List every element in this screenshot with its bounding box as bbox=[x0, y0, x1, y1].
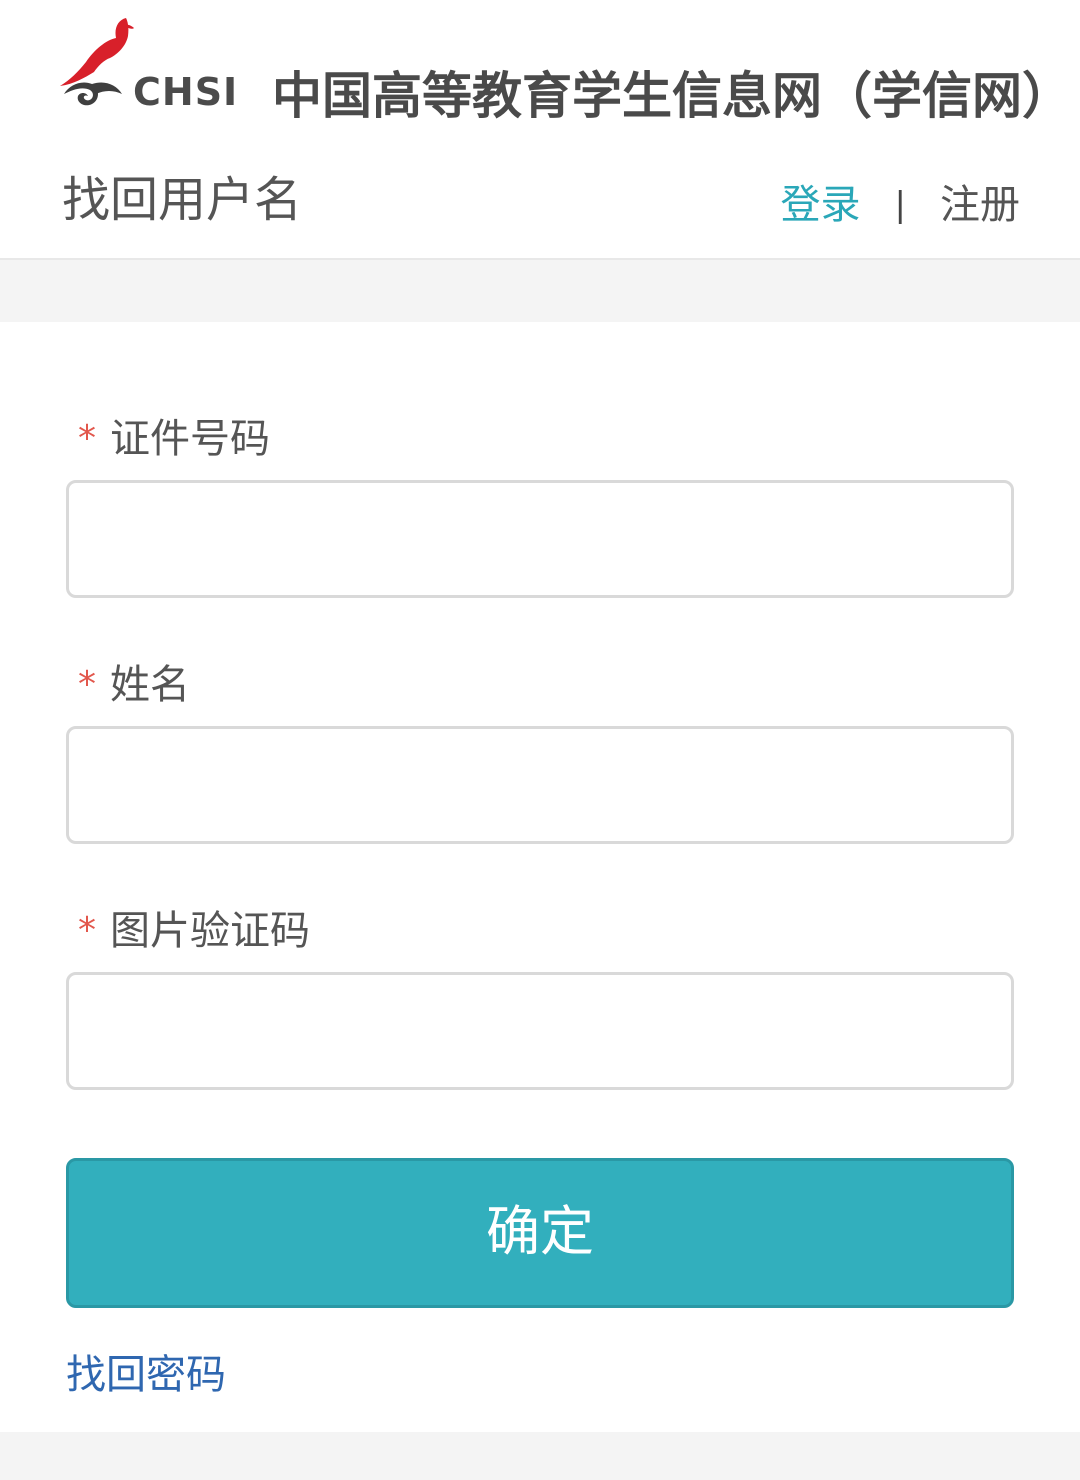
required-mark: * bbox=[78, 418, 96, 459]
register-link[interactable]: 注册 bbox=[940, 182, 1020, 228]
name-input[interactable] bbox=[66, 726, 1014, 844]
required-mark: * bbox=[78, 664, 96, 705]
logo-text: CHSI bbox=[133, 70, 239, 114]
site-title: 中国高等教育学生信息网（学信网） bbox=[272, 66, 1072, 125]
login-link[interactable]: 登录 bbox=[781, 182, 861, 228]
confirm-button[interactable]: 确定 bbox=[66, 1158, 1014, 1308]
header-nav: 登录 | 注册 bbox=[781, 172, 1020, 230]
retrieve-username-form: * 证件号码 * 姓名 * 图片验证码 确定 找回密码 bbox=[0, 322, 1080, 1432]
forgot-password-link[interactable]: 找回密码 bbox=[66, 1342, 226, 1400]
name-label-text: 姓名 bbox=[110, 662, 190, 708]
chsi-logo-icon bbox=[60, 18, 134, 106]
captcha-label-text: 图片验证码 bbox=[110, 908, 310, 954]
page-title: 找回用户名 bbox=[62, 172, 303, 228]
name-label: * 姓名 bbox=[78, 652, 190, 710]
id-number-label: * 证件号码 bbox=[78, 406, 270, 464]
captcha-input[interactable] bbox=[66, 972, 1014, 1090]
id-number-input[interactable] bbox=[66, 480, 1014, 598]
required-mark: * bbox=[78, 910, 96, 951]
nav-separator: | bbox=[894, 185, 906, 225]
page-header: CHSI 中国高等教育学生信息网（学信网） 找回用户名 登录 | 注册 bbox=[0, 0, 1080, 260]
id-number-label-text: 证件号码 bbox=[110, 416, 270, 462]
captcha-label: * 图片验证码 bbox=[78, 898, 310, 956]
